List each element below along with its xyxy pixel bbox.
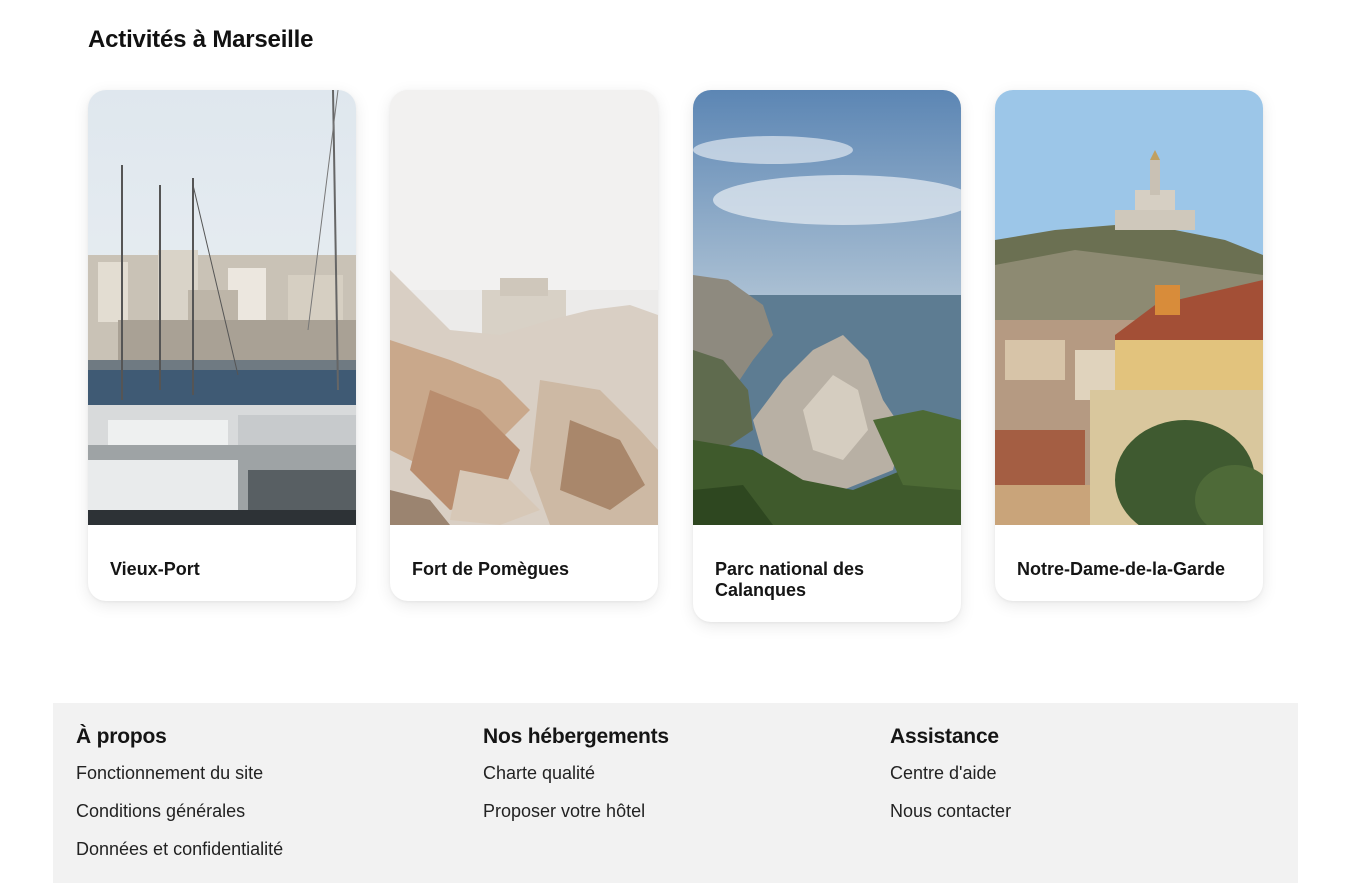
activity-card-vieux-port[interactable]: Vieux-Port	[88, 90, 356, 601]
activity-card-notre-dame-de-la-garde[interactable]: Notre-Dame-de-la-Garde	[995, 90, 1263, 601]
footer-heading-about: À propos	[76, 725, 167, 748]
footer-column-accommodations: Nos hébergements Charte qualité Proposer…	[483, 725, 669, 839]
footer-heading-accommodations: Nos hébergements	[483, 725, 669, 748]
calanques-photo	[693, 90, 961, 525]
card-label: Notre-Dame-de-la-Garde	[1017, 559, 1226, 579]
footer-heading-assistance: Assistance	[890, 725, 999, 748]
footer-column-about: À propos Fonctionnement du site Conditio…	[76, 725, 283, 877]
section-title: Activités à Marseille	[88, 26, 314, 53]
footer-link-help-center[interactable]: Centre d'aide	[890, 763, 1011, 784]
footer-link-privacy[interactable]: Données et confidentialité	[76, 839, 283, 860]
activity-card-calanques[interactable]: Parc national des Calanques	[693, 90, 961, 622]
fort-de-pomegues-photo	[390, 90, 658, 525]
footer-link-quality-charter[interactable]: Charte qualité	[483, 763, 669, 784]
footer-link-contact[interactable]: Nous contacter	[890, 801, 1011, 822]
card-label: Vieux-Port	[110, 559, 200, 579]
footer-column-assistance: Assistance Centre d'aide Nous contacter	[890, 725, 1011, 839]
vieux-port-photo	[88, 90, 356, 525]
activity-card-fort-de-pomegues[interactable]: Fort de Pomègues	[390, 90, 658, 601]
notre-dame-de-la-garde-photo	[995, 90, 1263, 525]
footer-link-propose-hotel[interactable]: Proposer votre hôtel	[483, 801, 669, 822]
card-label: Fort de Pomègues	[412, 559, 570, 579]
footer: À propos Fonctionnement du site Conditio…	[53, 703, 1298, 883]
footer-link-how-it-works[interactable]: Fonctionnement du site	[76, 763, 283, 784]
card-label: Parc national des Calanques	[715, 559, 865, 600]
footer-link-terms[interactable]: Conditions générales	[76, 801, 283, 822]
